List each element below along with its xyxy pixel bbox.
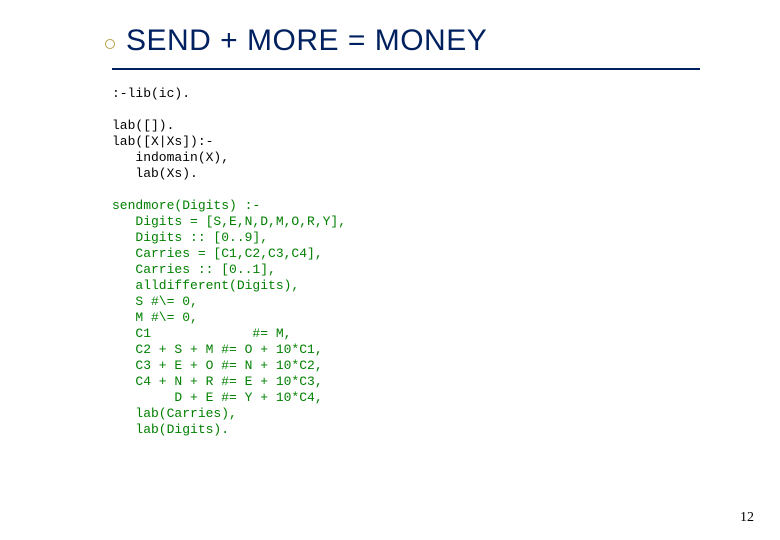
code-line-green: Carries :: [0..1],: [112, 262, 276, 277]
code-line-green: S #\= 0,: [112, 294, 198, 309]
code-line-green: Digits = [S,E,N,D,M,O,R,Y],: [112, 214, 346, 229]
code-line: lab([]).: [112, 118, 174, 133]
code-line-green: Digits :: [0..9],: [112, 230, 268, 245]
code-line: lab([X|Xs]):-: [112, 134, 213, 149]
code-line-green: C1 #= M,: [112, 326, 291, 341]
code-block: :-lib(ic). lab([]). lab([X|Xs]):- indoma…: [112, 86, 346, 438]
code-line-green: D + E #= Y + 10*C4,: [112, 390, 323, 405]
code-line-green: lab(Carries),: [112, 406, 237, 421]
page-number: 12: [740, 510, 754, 526]
code-line: lab(Xs).: [112, 166, 198, 181]
code-line-green: C2 + S + M #= O + 10*C1,: [112, 342, 323, 357]
title-bullet-icon: [105, 39, 115, 49]
code-line-green: C4 + N + R #= E + 10*C3,: [112, 374, 323, 389]
code-line-green: Carries = [C1,C2,C3,C4],: [112, 246, 323, 261]
code-line-green: M #\= 0,: [112, 310, 198, 325]
title-area: SEND + MORE = MONEY: [126, 24, 720, 78]
code-line-green: C3 + E + O #= N + 10*C2,: [112, 358, 323, 373]
title-underline: [112, 68, 700, 70]
slide: SEND + MORE = MONEY :-lib(ic). lab([]). …: [0, 0, 780, 540]
code-line: indomain(X),: [112, 150, 229, 165]
code-line: :-lib(ic).: [112, 86, 190, 101]
code-line-green: sendmore(Digits) :-: [112, 198, 260, 213]
code-line-green: lab(Digits).: [112, 422, 229, 437]
slide-title: SEND + MORE = MONEY: [126, 24, 720, 58]
code-line-green: alldifferent(Digits),: [112, 278, 299, 293]
